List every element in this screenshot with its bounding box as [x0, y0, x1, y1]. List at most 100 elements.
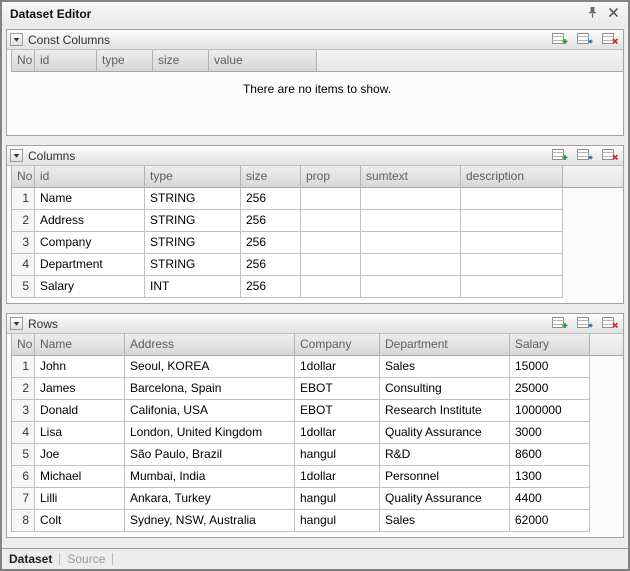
column-header[interactable]: sumtext [361, 166, 461, 188]
cell[interactable]: 62000 [510, 510, 590, 532]
column-header[interactable]: prop [301, 166, 361, 188]
cell[interactable]: hangul [295, 488, 380, 510]
collapse-button[interactable] [10, 149, 23, 162]
column-header[interactable]: type [97, 50, 153, 72]
cell[interactable]: London, United Kingdom [125, 422, 295, 444]
cell[interactable] [361, 188, 461, 210]
column-header[interactable]: id [35, 166, 145, 188]
add-row-button[interactable] [550, 316, 569, 331]
column-header[interactable]: Department [380, 334, 510, 356]
cell[interactable]: 256 [241, 210, 301, 232]
cell[interactable]: Personnel [380, 466, 510, 488]
cell[interactable]: Sales [380, 356, 510, 378]
cell[interactable]: 256 [241, 254, 301, 276]
cell[interactable] [361, 276, 461, 298]
cell[interactable]: Quality Assurance [380, 422, 510, 444]
cell[interactable]: Ankara, Turkey [125, 488, 295, 510]
tab-source[interactable]: Source [67, 552, 105, 566]
column-header[interactable]: type [145, 166, 241, 188]
cell[interactable] [301, 232, 361, 254]
cell[interactable]: 4400 [510, 488, 590, 510]
cell[interactable]: STRING [145, 232, 241, 254]
cell[interactable]: 1000000 [510, 400, 590, 422]
cell[interactable]: INT [145, 276, 241, 298]
cell[interactable]: James [35, 378, 125, 400]
cell[interactable]: Consulting [380, 378, 510, 400]
cell-no[interactable]: 3 [11, 400, 35, 422]
cell[interactable] [301, 188, 361, 210]
cell[interactable] [361, 232, 461, 254]
cell[interactable]: hangul [295, 444, 380, 466]
add-row-button[interactable] [550, 32, 569, 47]
column-header[interactable]: Salary [510, 334, 590, 356]
cell[interactable]: Sales [380, 510, 510, 532]
cell[interactable] [461, 188, 563, 210]
insert-row-button[interactable] [575, 148, 594, 163]
cell[interactable]: Department [35, 254, 145, 276]
cell[interactable]: Company [35, 232, 145, 254]
close-button[interactable] [605, 6, 622, 22]
column-header[interactable]: Name [35, 334, 125, 356]
cell-no[interactable]: 1 [11, 356, 35, 378]
cell[interactable]: Donald [35, 400, 125, 422]
cell[interactable]: STRING [145, 188, 241, 210]
cell[interactable]: Barcelona, Spain [125, 378, 295, 400]
delete-row-button[interactable] [600, 32, 619, 47]
cell[interactable]: Sydney, NSW, Australia [125, 510, 295, 532]
cell-no[interactable]: 3 [11, 232, 35, 254]
cell[interactable]: 256 [241, 232, 301, 254]
collapse-button[interactable] [10, 33, 23, 46]
cell[interactable]: Address [35, 210, 145, 232]
cell[interactable]: STRING [145, 210, 241, 232]
cell[interactable]: 25000 [510, 378, 590, 400]
insert-row-button[interactable] [575, 32, 594, 47]
cell[interactable]: 1300 [510, 466, 590, 488]
cell[interactable]: Califonia, USA [125, 400, 295, 422]
cell[interactable]: Michael [35, 466, 125, 488]
column-header[interactable]: Company [295, 334, 380, 356]
cell[interactable]: John [35, 356, 125, 378]
cell[interactable] [361, 254, 461, 276]
column-header[interactable]: size [153, 50, 209, 72]
cell-no[interactable]: 1 [11, 188, 35, 210]
cell[interactable]: São Paulo, Brazil [125, 444, 295, 466]
cell[interactable]: R&D [380, 444, 510, 466]
cell-no[interactable]: 4 [11, 254, 35, 276]
cell[interactable]: 8600 [510, 444, 590, 466]
cell[interactable]: 15000 [510, 356, 590, 378]
collapse-button[interactable] [10, 317, 23, 330]
cell-no[interactable]: 4 [11, 422, 35, 444]
cell[interactable] [461, 276, 563, 298]
pin-button[interactable] [584, 6, 601, 22]
add-row-button[interactable] [550, 148, 569, 163]
delete-row-button[interactable] [600, 316, 619, 331]
column-header[interactable]: id [35, 50, 97, 72]
cell[interactable] [301, 210, 361, 232]
cell[interactable]: Joe [35, 444, 125, 466]
cell[interactable]: 256 [241, 276, 301, 298]
cell[interactable]: hangul [295, 510, 380, 532]
cell[interactable]: Mumbai, India [125, 466, 295, 488]
cell[interactable]: Colt [35, 510, 125, 532]
column-header[interactable]: size [241, 166, 301, 188]
cell[interactable]: 3000 [510, 422, 590, 444]
delete-row-button[interactable] [600, 148, 619, 163]
column-header[interactable]: Address [125, 334, 295, 356]
cell[interactable]: Lisa [35, 422, 125, 444]
cell-no[interactable]: 7 [11, 488, 35, 510]
cell[interactable]: Quality Assurance [380, 488, 510, 510]
cell[interactable]: Seoul, KOREA [125, 356, 295, 378]
cell[interactable]: Name [35, 188, 145, 210]
column-header[interactable]: No [11, 334, 35, 356]
cell[interactable] [461, 210, 563, 232]
cell[interactable] [461, 254, 563, 276]
cell[interactable]: EBOT [295, 378, 380, 400]
column-header[interactable]: No [11, 166, 35, 188]
cell[interactable]: EBOT [295, 400, 380, 422]
insert-row-button[interactable] [575, 316, 594, 331]
column-header[interactable]: value [209, 50, 317, 72]
cell-no[interactable]: 8 [11, 510, 35, 532]
cell[interactable] [461, 232, 563, 254]
cell-no[interactable]: 5 [11, 276, 35, 298]
cell[interactable]: 256 [241, 188, 301, 210]
